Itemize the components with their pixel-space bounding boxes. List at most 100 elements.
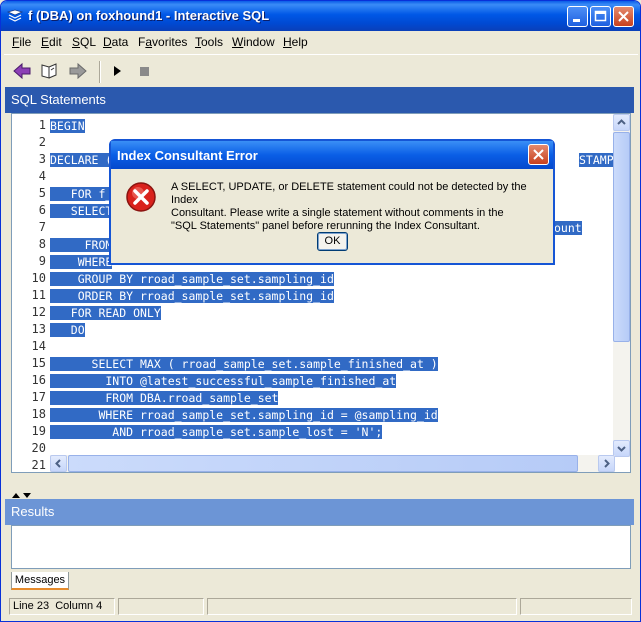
selected-code-text: WHERE rroad_sample_set.sampling_id = @sa… bbox=[50, 408, 438, 422]
horizontal-scrollbar[interactable] bbox=[50, 455, 615, 472]
window-title: f (DBA) on foxhound1 - Interactive SQL bbox=[28, 8, 270, 23]
scroll-right-button[interactable] bbox=[598, 455, 615, 472]
sql-statements-title: SQL Statements bbox=[11, 92, 106, 107]
forward-arrow-icon[interactable] bbox=[67, 61, 89, 81]
line-number: 13 bbox=[12, 322, 50, 339]
selected-code-text: FROM DBA.rroad_sample_set bbox=[50, 391, 279, 405]
line-number: 14 bbox=[12, 339, 50, 356]
line-number: 16 bbox=[12, 373, 50, 390]
line-number-text: 16 bbox=[31, 373, 46, 387]
line-number: 3 bbox=[12, 152, 50, 169]
line-number-text: 14 bbox=[31, 339, 46, 353]
line-number: 9 bbox=[12, 254, 50, 271]
line-number-text: 18 bbox=[31, 407, 46, 421]
results-header: Results bbox=[5, 499, 634, 525]
menu-window[interactable]: Window bbox=[232, 35, 275, 49]
close-button[interactable] bbox=[613, 6, 634, 27]
line-number-text: 13 bbox=[31, 322, 46, 336]
status-cell-3 bbox=[207, 598, 517, 615]
menu-bar: File Edit SQL Data Favorites Tools Windo… bbox=[4, 32, 638, 52]
error-icon bbox=[126, 182, 156, 212]
back-arrow-icon[interactable] bbox=[11, 61, 33, 81]
code-line: DO bbox=[50, 322, 85, 339]
maximize-icon bbox=[594, 10, 607, 22]
close-icon bbox=[533, 149, 544, 160]
chevron-down-icon bbox=[617, 446, 626, 452]
status-column: Column 4 bbox=[55, 600, 103, 612]
chevron-up-icon bbox=[617, 119, 626, 125]
dialog-message-line: Consultant. Please write a single statem… bbox=[171, 207, 504, 219]
results-title: Results bbox=[11, 504, 55, 519]
tab-messages[interactable]: Messages bbox=[11, 572, 69, 590]
line-number-text: 2 bbox=[38, 135, 46, 149]
selected-code-text: SELECT bbox=[50, 204, 113, 218]
line-number-text: 11 bbox=[31, 288, 46, 302]
line-number: 5 bbox=[12, 186, 50, 203]
ok-button[interactable]: OK bbox=[317, 232, 348, 251]
menu-sql[interactable]: SQL bbox=[72, 35, 96, 49]
vertical-scrollbar[interactable] bbox=[613, 114, 630, 457]
code-line: FROM DBA.rroad_sample_set bbox=[50, 390, 279, 407]
menu-help[interactable]: Help bbox=[283, 35, 308, 49]
line-number: 21 bbox=[12, 458, 50, 472]
minimize-button[interactable] bbox=[567, 6, 588, 27]
code-line: FROM bbox=[50, 237, 113, 254]
dialog-title-bar[interactable]: Index Consultant Error bbox=[111, 141, 553, 169]
menu-file[interactable]: File bbox=[12, 35, 31, 49]
execute-play-icon[interactable] bbox=[106, 61, 128, 81]
dialog-close-button[interactable] bbox=[528, 144, 549, 165]
selected-code-text: FOR READ ONLY bbox=[50, 306, 161, 320]
status-bar: Line 23 Column 4 bbox=[5, 595, 637, 617]
scroll-down-button[interactable] bbox=[613, 440, 630, 457]
status-cell-2 bbox=[118, 598, 204, 615]
menu-favorites[interactable]: Favorites bbox=[138, 35, 187, 49]
chevron-left-icon bbox=[55, 459, 61, 468]
line-number-text: 4 bbox=[38, 169, 46, 183]
selected-code-text: INTO @latest_successful_sample_finished_… bbox=[50, 374, 397, 388]
chevron-right-icon bbox=[604, 459, 610, 468]
line-number-text: 9 bbox=[38, 254, 46, 268]
selected-code-text: WHERE bbox=[50, 255, 113, 269]
selected-code-text: DO bbox=[50, 323, 85, 337]
title-bar[interactable]: f (DBA) on foxhound1 - Interactive SQL bbox=[1, 1, 640, 31]
line-number: 10 bbox=[12, 271, 50, 288]
line-number: 2 bbox=[12, 135, 50, 152]
maximize-button[interactable] bbox=[590, 6, 611, 27]
line-number-text: 21 bbox=[31, 458, 46, 472]
line-number-text: 6 bbox=[38, 203, 46, 217]
code-fragment-line7: ount bbox=[554, 221, 582, 235]
line-number: 8 bbox=[12, 237, 50, 254]
scroll-left-button[interactable] bbox=[50, 455, 67, 472]
menu-data[interactable]: Data bbox=[103, 35, 128, 49]
results-area[interactable] bbox=[11, 525, 631, 569]
scroll-up-button[interactable] bbox=[613, 114, 630, 131]
dialog-message: A SELECT, UPDATE, or DELETE statement co… bbox=[171, 181, 543, 233]
line-number: 18 bbox=[12, 407, 50, 424]
line-number-text: 19 bbox=[31, 424, 46, 438]
code-line: FOR READ ONLY bbox=[50, 305, 161, 322]
selected-code-text: FROM bbox=[50, 238, 113, 252]
selected-code-text: AND rroad_sample_set.sample_lost = 'N'; bbox=[50, 425, 383, 439]
code-line: AND rroad_sample_set.sample_lost = 'N'; bbox=[50, 424, 383, 441]
line-number-text: 17 bbox=[31, 390, 46, 404]
line-number: 12 bbox=[12, 305, 50, 322]
line-number-text: 8 bbox=[38, 237, 46, 251]
selected-code-text: FOR f_ bbox=[50, 187, 113, 201]
menu-edit[interactable]: Edit bbox=[41, 35, 62, 49]
line-number-text: 7 bbox=[38, 220, 46, 234]
sql-statements-header: SQL Statements bbox=[5, 87, 634, 113]
code-line: DECLARE ( bbox=[50, 152, 113, 169]
splitter-arrows-icon[interactable] bbox=[11, 491, 35, 499]
book-icon[interactable] bbox=[39, 61, 61, 81]
close-icon bbox=[618, 11, 629, 22]
vertical-scroll-thumb[interactable] bbox=[613, 132, 630, 342]
toolbar bbox=[4, 54, 638, 86]
menu-tools[interactable]: Tools bbox=[195, 35, 223, 49]
line-number: 20 bbox=[12, 441, 50, 458]
line-number: 17 bbox=[12, 390, 50, 407]
stop-icon[interactable] bbox=[134, 61, 156, 81]
horizontal-scroll-thumb[interactable] bbox=[68, 455, 578, 472]
dialog-title: Index Consultant Error bbox=[117, 148, 258, 163]
code-line: WHERE rroad_sample_set.sampling_id = @sa… bbox=[50, 407, 438, 424]
code-line: SELECT MAX ( rroad_sample_set.sample_fin… bbox=[50, 356, 438, 373]
